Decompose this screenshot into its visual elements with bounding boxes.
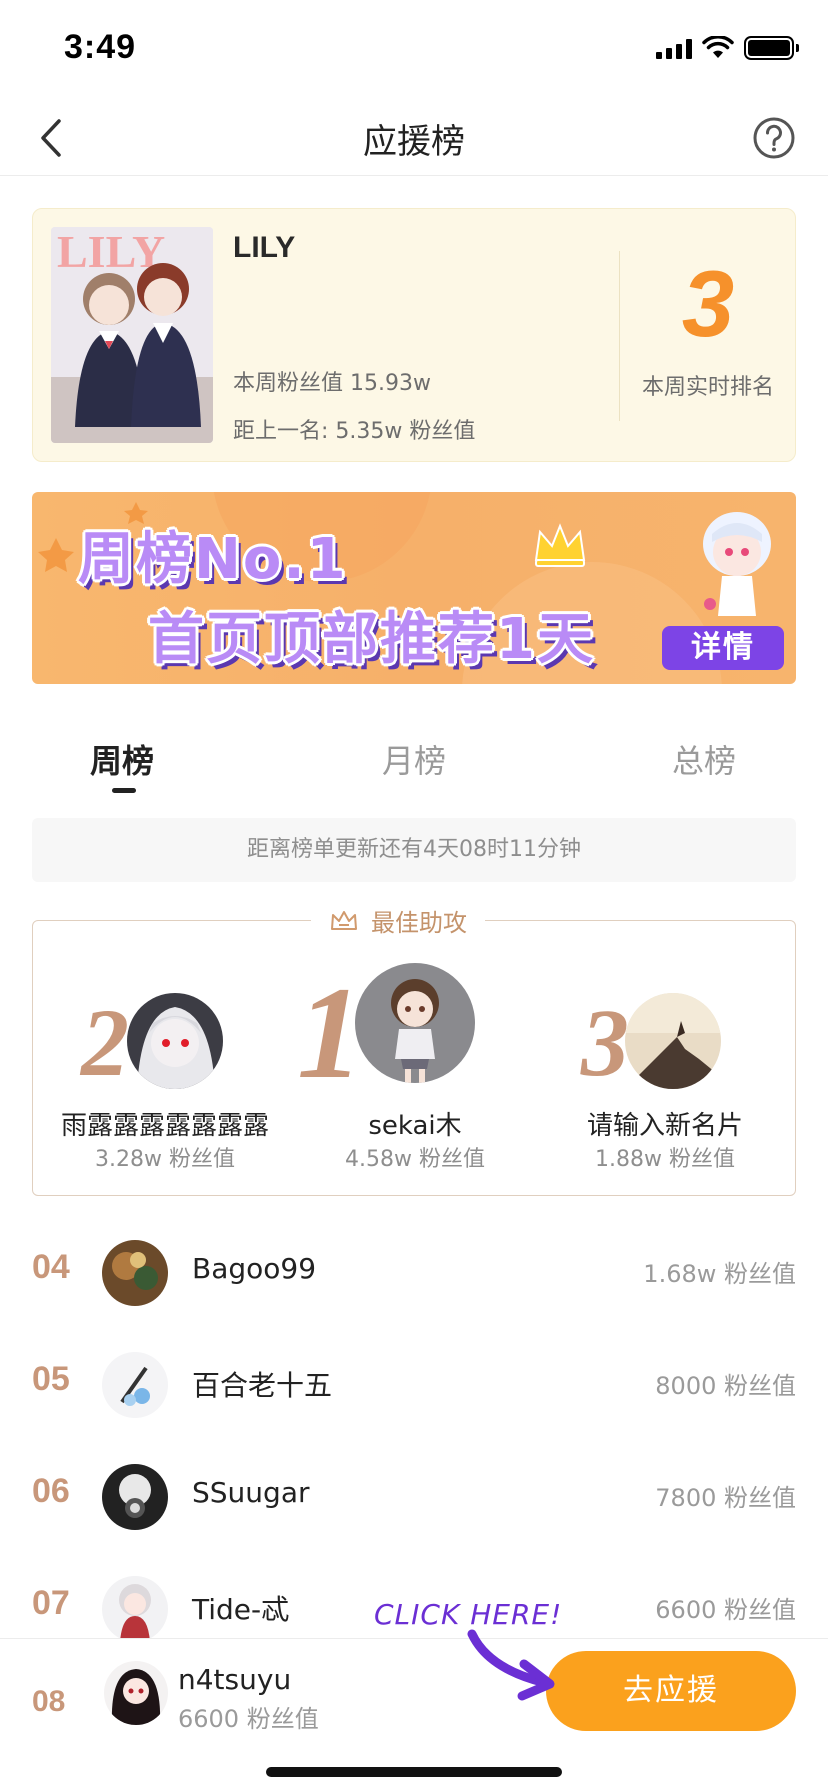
work-cover-image: LILY — [51, 227, 213, 443]
my-rank: 08 — [32, 1685, 66, 1718]
question-circle-icon — [753, 117, 795, 159]
list-fan-value: 8000 粉丝值 — [655, 1372, 796, 1400]
update-countdown: 距离榜单更新还有4天08时11分钟 — [32, 818, 796, 882]
list-fan-value: 6600 粉丝值 — [655, 1596, 796, 1624]
podium-rank-digit: 3 — [581, 989, 629, 1096]
ranking-tabs: 周榜 月榜 总榜 — [32, 736, 796, 800]
podium-name: sekai木 — [368, 1111, 462, 1141]
list-rank: 06 — [32, 1472, 70, 1510]
best-assist-title: 最佳助攻 — [311, 903, 485, 938]
podium-name: 雨露露露露露露露 — [60, 1111, 269, 1141]
podium-name: 请输入新名片 — [586, 1111, 743, 1141]
nav-bar: 应援榜 — [0, 100, 828, 176]
my-username: n4tsuyu — [178, 1663, 292, 1696]
list-username: Tide-忒 — [192, 1593, 290, 1626]
avatar — [625, 993, 721, 1089]
avatar — [102, 1464, 168, 1530]
list-fan-value: 1.68w 粉丝值 — [643, 1260, 796, 1288]
list-rank: 05 — [32, 1360, 70, 1398]
list-username: 百合老十五 — [192, 1369, 333, 1402]
crown-outline-icon — [331, 910, 357, 930]
avatar — [102, 1352, 168, 1418]
status-time: 3:49 — [64, 28, 137, 66]
tab-total[interactable]: 总榜 — [672, 736, 736, 782]
podium-value: 3.28w 粉丝值 — [95, 1147, 235, 1172]
list-username: SSuugar — [192, 1476, 310, 1509]
status-icons — [656, 36, 799, 60]
best-assist-label: 最佳助攻 — [371, 909, 467, 937]
tab-monthly[interactable]: 月榜 — [382, 736, 446, 782]
help-button[interactable] — [746, 110, 802, 166]
promo-banner[interactable]: 周榜No.1 首页顶部推荐1天 详情 — [32, 492, 796, 684]
card-divider — [619, 251, 620, 421]
podium-third[interactable]: 3 请输入新名片 1.88w 粉丝值 — [545, 961, 785, 1172]
wifi-icon — [702, 36, 734, 58]
avatar — [127, 993, 223, 1089]
crown-icon — [534, 523, 586, 567]
podium-value: 4.58w 粉丝值 — [345, 1147, 485, 1172]
best-assist-panel: 最佳助攻 2 雨露露露露露露露 3.28w 粉丝值 1 sekai木 4.58w… — [32, 903, 796, 1196]
home-indicator — [266, 1767, 562, 1777]
my-fan-value: 6600 粉丝值 — [178, 1705, 319, 1733]
podium-second[interactable]: 2 雨露露露露露露露 3.28w 粉丝值 — [45, 961, 285, 1172]
banner-subline: 首页顶部推荐1天 — [148, 607, 595, 672]
list-item[interactable]: 05 百合老十五 8000 粉丝值 — [32, 1330, 796, 1442]
my-rank-bar: 08 n4tsuyu 6600 粉丝值 去应援 — [0, 1638, 828, 1792]
battery-icon — [744, 36, 799, 60]
weekly-fan-value: 本周粉丝值 15.93w — [233, 371, 431, 396]
list-username: Bagoo99 — [192, 1252, 317, 1285]
list-item[interactable]: 06 SSuugar 7800 粉丝值 — [32, 1442, 796, 1554]
podium-rank-digit: 1 — [297, 959, 363, 1106]
my-avatar — [104, 1661, 168, 1725]
banner-headline: 周榜No.1 — [78, 527, 348, 592]
annotation-arrow-icon — [467, 1629, 555, 1701]
podium-rank-digit: 2 — [81, 989, 129, 1096]
work-title: LILY — [233, 231, 296, 264]
work-card[interactable]: LILY LILY 本周粉丝值 15.93w 距上一名: 5.35w 粉丝值 3… — [32, 208, 796, 462]
list-rank: 07 — [32, 1584, 70, 1622]
avatar — [102, 1576, 168, 1642]
realtime-rank-number: 3 — [681, 251, 735, 356]
list-item[interactable]: 04 Bagoo99 1.68w 粉丝值 — [32, 1218, 796, 1330]
list-rank: 04 — [32, 1248, 70, 1286]
avatar — [355, 963, 475, 1083]
avatar — [102, 1240, 168, 1306]
status-bar: 3:49 — [0, 0, 828, 100]
cellular-signal-icon — [656, 37, 692, 59]
support-button[interactable]: 去应援 — [546, 1651, 796, 1731]
page-title: 应援榜 — [363, 122, 465, 162]
gap-to-previous: 距上一名: 5.35w 粉丝值 — [233, 419, 476, 444]
tab-weekly[interactable]: 周榜 — [90, 736, 154, 782]
list-fan-value: 7800 粉丝值 — [655, 1484, 796, 1512]
mascot-image — [703, 512, 771, 616]
active-tab-indicator — [112, 788, 136, 793]
podium-value: 1.88w 粉丝值 — [595, 1147, 735, 1172]
podium-first[interactable]: 1 sekai木 4.58w 粉丝值 — [295, 959, 535, 1172]
realtime-rank-label: 本周实时排名 — [641, 375, 774, 400]
banner-detail-button[interactable]: 详情 — [662, 626, 784, 670]
